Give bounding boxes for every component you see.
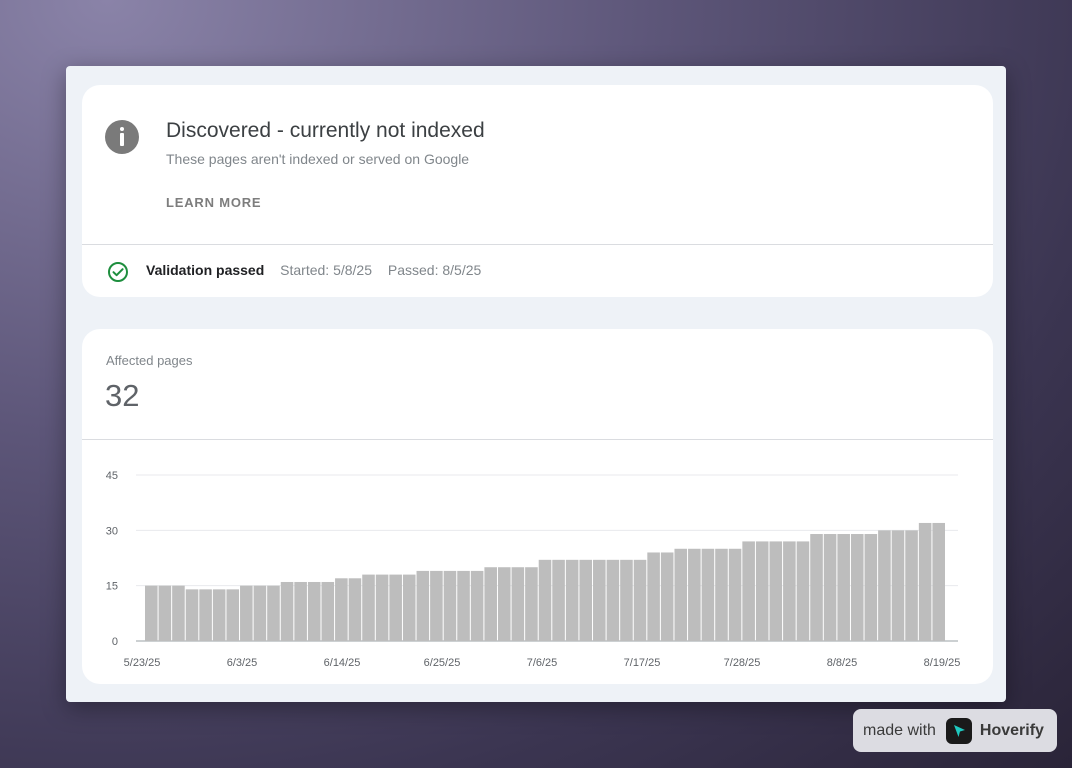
chart-bar bbox=[145, 585, 158, 641]
chart-bar bbox=[416, 570, 430, 641]
chart-bar bbox=[878, 530, 891, 641]
chart-bar bbox=[430, 570, 443, 641]
chart-bar bbox=[199, 589, 212, 641]
chart-bar bbox=[769, 541, 783, 641]
chart-bar bbox=[226, 589, 240, 641]
x-tick-label: 6/25/25 bbox=[424, 657, 461, 669]
chart-bar bbox=[674, 548, 688, 641]
chart-bar bbox=[348, 578, 362, 641]
chart-bar bbox=[267, 585, 280, 641]
chart-bar bbox=[891, 530, 905, 641]
chart-bar bbox=[932, 522, 945, 641]
x-tick-label: 7/6/25 bbox=[527, 657, 558, 669]
chart-bar bbox=[321, 581, 335, 641]
chart-bar bbox=[362, 574, 375, 641]
chart-bar bbox=[905, 530, 918, 641]
chart-bar bbox=[158, 585, 172, 641]
chart-bar bbox=[511, 567, 525, 641]
info-icon bbox=[105, 120, 139, 154]
chart-bar bbox=[484, 567, 497, 641]
affected-pages-chart: 0 15 30 45 5/23/25 6/3/25 6/14/25 6/25/25 7/6/25… bbox=[106, 470, 961, 669]
x-tick-label: 7/17/25 bbox=[624, 657, 661, 669]
validation-status: Validation passed bbox=[146, 262, 265, 278]
issue-subtitle: These pages aren't indexed or served on … bbox=[166, 151, 470, 167]
chart-bar bbox=[864, 534, 878, 641]
chart-bar bbox=[375, 574, 389, 641]
chart-bar bbox=[715, 548, 728, 641]
chart-bar bbox=[823, 534, 837, 641]
chart-bar bbox=[606, 559, 620, 641]
y-tick-label: 15 bbox=[106, 581, 118, 593]
validation-passed: Passed: 8/5/25 bbox=[387, 262, 482, 278]
affected-pages-card: Affected pages 32 0 15 30 45 5/23/25 6/3/25 6/… bbox=[82, 329, 993, 684]
x-tick-label: 6/3/25 bbox=[227, 657, 258, 669]
x-tick-label: 6/14/25 bbox=[324, 657, 361, 669]
chart-bar bbox=[525, 567, 538, 641]
chart-bar bbox=[212, 589, 226, 641]
chart-bar bbox=[647, 552, 660, 641]
divider bbox=[82, 439, 993, 440]
chart-bar bbox=[402, 574, 416, 641]
made-with-badge[interactable]: made with Hoverify bbox=[853, 709, 1057, 752]
chart-bar bbox=[497, 567, 511, 641]
hoverify-logo-icon bbox=[945, 717, 972, 744]
x-tick-label: 5/23/25 bbox=[124, 657, 161, 669]
report-panel: Discovered - currently not indexed These… bbox=[66, 66, 1006, 702]
chart-bar bbox=[701, 548, 715, 641]
chart-bar bbox=[185, 589, 199, 641]
chart-bar bbox=[579, 559, 593, 641]
chart-bar bbox=[240, 585, 253, 641]
affected-pages-label: Affected pages bbox=[106, 353, 193, 368]
chart-bar bbox=[633, 559, 647, 641]
issue-card: Discovered - currently not indexed These… bbox=[82, 85, 993, 297]
x-tick-label: 8/19/25 bbox=[924, 657, 961, 669]
chart-bar bbox=[307, 581, 321, 641]
badge-brand: Hoverify bbox=[979, 721, 1044, 739]
divider bbox=[82, 244, 993, 245]
chart-bar bbox=[389, 574, 402, 641]
chart-bar bbox=[783, 541, 796, 641]
chart-bar bbox=[470, 570, 484, 641]
y-tick-label: 0 bbox=[112, 636, 118, 648]
chart-bar bbox=[172, 585, 185, 641]
chart-bar bbox=[443, 570, 457, 641]
chart-bar bbox=[457, 570, 470, 641]
chart-bar bbox=[538, 559, 552, 641]
affected-pages-count: 32 bbox=[105, 378, 140, 413]
issue-title: Discovered - currently not indexed bbox=[166, 119, 485, 142]
chart-bar bbox=[850, 534, 864, 641]
y-tick-label: 45 bbox=[106, 470, 118, 482]
chart-bar bbox=[837, 534, 850, 641]
chart-bar bbox=[660, 552, 674, 641]
chart-bar bbox=[742, 541, 755, 641]
learn-more-link[interactable]: LEARN MORE bbox=[166, 195, 261, 210]
chart-bar bbox=[810, 534, 823, 641]
chart-bar bbox=[552, 559, 565, 641]
check-circle-icon bbox=[108, 262, 128, 282]
chart-bar bbox=[755, 541, 769, 641]
chart-bar bbox=[918, 522, 932, 641]
chart-bar bbox=[620, 559, 633, 641]
chart-bar bbox=[593, 559, 606, 641]
y-tick-label: 30 bbox=[106, 525, 118, 537]
chart-bar bbox=[565, 559, 579, 641]
chart-bar bbox=[796, 541, 810, 641]
chart-bar bbox=[253, 585, 267, 641]
chart-bar bbox=[688, 548, 701, 641]
badge-prefix: made with bbox=[863, 721, 936, 739]
chart-bar bbox=[728, 548, 742, 641]
chart-bar bbox=[335, 578, 348, 641]
validation-row: Validation passed Started: 5/8/25 Passed… bbox=[146, 262, 481, 278]
validation-started: Started: 5/8/25 bbox=[280, 262, 372, 278]
chart-bar bbox=[280, 581, 294, 641]
chart-bar bbox=[294, 581, 307, 641]
x-tick-label: 8/8/25 bbox=[827, 657, 858, 669]
x-tick-label: 7/28/25 bbox=[724, 657, 761, 669]
